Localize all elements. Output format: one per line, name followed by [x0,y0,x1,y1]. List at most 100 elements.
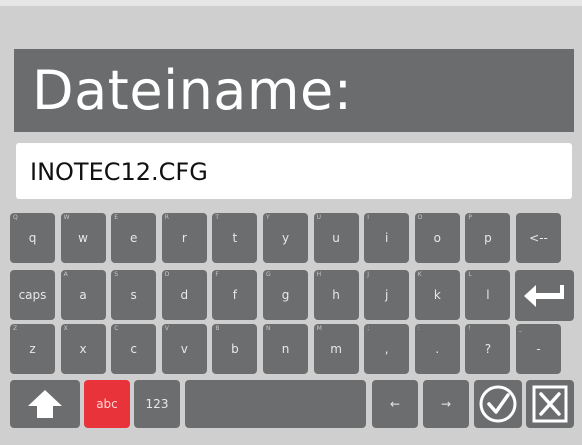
key-label: d [180,288,189,302]
key-x[interactable]: Xx [60,324,106,374]
key-shift-label: M [316,325,322,332]
key-label: k [433,288,441,302]
close-box-icon [532,385,568,423]
key-c[interactable]: Cc [111,324,157,374]
key-u[interactable]: Uu [313,213,359,263]
key-label: <-- [529,231,548,245]
key-shift-label: D [164,271,170,278]
key-l[interactable]: Ll [465,270,511,320]
key-shift-label: N [266,325,271,332]
key-label: a [79,288,87,302]
key-label: x [79,342,87,356]
key-shift-label: G [266,271,271,278]
key-label: e [129,231,138,245]
key-q[interactable]: Qq [10,213,55,263]
key-label: - [536,342,541,356]
key-v[interactable]: Vv [161,324,207,374]
key-t[interactable]: Tt [212,213,258,263]
key-e[interactable]: Ee [111,213,157,263]
key-period[interactable]: :. [414,324,460,374]
space-key[interactable] [185,380,366,428]
top-strip [0,0,582,6]
key-shift-label: L [468,271,472,278]
key-label: , [384,342,389,356]
key-a[interactable]: Aa [60,270,106,320]
key-b[interactable]: Bb [212,324,258,374]
key-z[interactable]: Zz [10,324,55,374]
key-shift-label: J [367,271,369,278]
key-label: t [232,231,238,245]
key-shift-label: _ [519,325,522,332]
enter-icon [523,284,564,307]
cursor-right-key[interactable]: → [423,380,469,428]
key-label: g [281,288,290,302]
key-shift-label: T [215,214,220,221]
dialog-title: Dateiname: [14,49,574,132]
numeric-mode-button[interactable]: 123 [134,380,180,428]
key-shift-label: W [63,214,70,221]
key-label: l [486,288,490,302]
shift-icon [28,390,62,418]
key-label: j [385,288,389,302]
key-label: . [435,342,440,356]
shift-key[interactable] [10,380,80,428]
abc-mode-button[interactable]: abc [84,380,130,428]
key-s[interactable]: Ss [111,270,157,320]
key-shift-label: I [367,214,369,221]
check-circle-icon [479,385,517,423]
key-label: f [232,288,237,302]
numeric-mode-label: 123 [145,397,169,411]
key-hyphen[interactable]: _ - [516,324,561,374]
left-arrow-icon: ← [389,397,401,411]
key-shift-label: S [114,271,118,278]
cursor-left-key[interactable]: ← [372,380,418,428]
key-r[interactable]: Rr [161,213,207,263]
key-label: y [281,231,290,245]
caps-key[interactable]: caps [10,270,55,320]
key-label: u [332,231,340,245]
key-shift-label: B [215,325,220,332]
filename-input[interactable]: INOTEC12.CFG [16,143,572,199]
key-shift-label: O [417,214,423,221]
abc-mode-label: abc [96,397,118,411]
key-shift-label: U [316,214,321,221]
key-shift-label: A [63,271,68,278]
key-shift-label: P [468,214,473,221]
key-n[interactable]: Nn [263,324,308,374]
enter-key[interactable] [515,270,574,321]
key-shift-label: : [417,325,420,332]
key-shift-label: H [316,271,322,278]
key-shift-label: ; [367,325,370,332]
key-label: m [330,342,342,356]
key-m[interactable]: Mm [313,324,359,374]
key-comma[interactable]: ;, [364,324,410,374]
confirm-button[interactable] [474,380,522,428]
key-i[interactable]: Ii [364,213,410,263]
key-shift-label: C [114,325,119,332]
key-question[interactable]: !? [465,324,511,374]
cancel-button[interactable] [526,380,574,428]
key-label: ? [484,342,492,356]
key-label: b [231,342,239,356]
key-shift-label: Q [13,214,18,221]
key-p[interactable]: Pp [465,213,511,263]
key-label: z [29,342,36,356]
key-label: p [484,231,492,245]
key-w[interactable]: Ww [60,213,106,263]
key-o[interactable]: Oo [414,213,460,263]
key-label: h [332,288,340,302]
key-y[interactable]: Yy [263,213,308,263]
key-k[interactable]: Kk [414,270,460,320]
key-label: c [130,342,137,356]
key-g[interactable]: Gg [263,270,308,320]
key-h[interactable]: Hh [313,270,359,320]
key-shift-label: F [215,271,219,278]
right-arrow-icon: → [440,397,452,411]
key-label: n [281,342,290,356]
key-shift-label: Z [13,325,18,332]
key-shift-label: ! [468,325,471,332]
key-f[interactable]: Ff [212,270,258,320]
key-j[interactable]: Jj [364,270,410,320]
key-d[interactable]: Dd [161,270,207,320]
backspace-key[interactable]: <-- [516,213,561,263]
